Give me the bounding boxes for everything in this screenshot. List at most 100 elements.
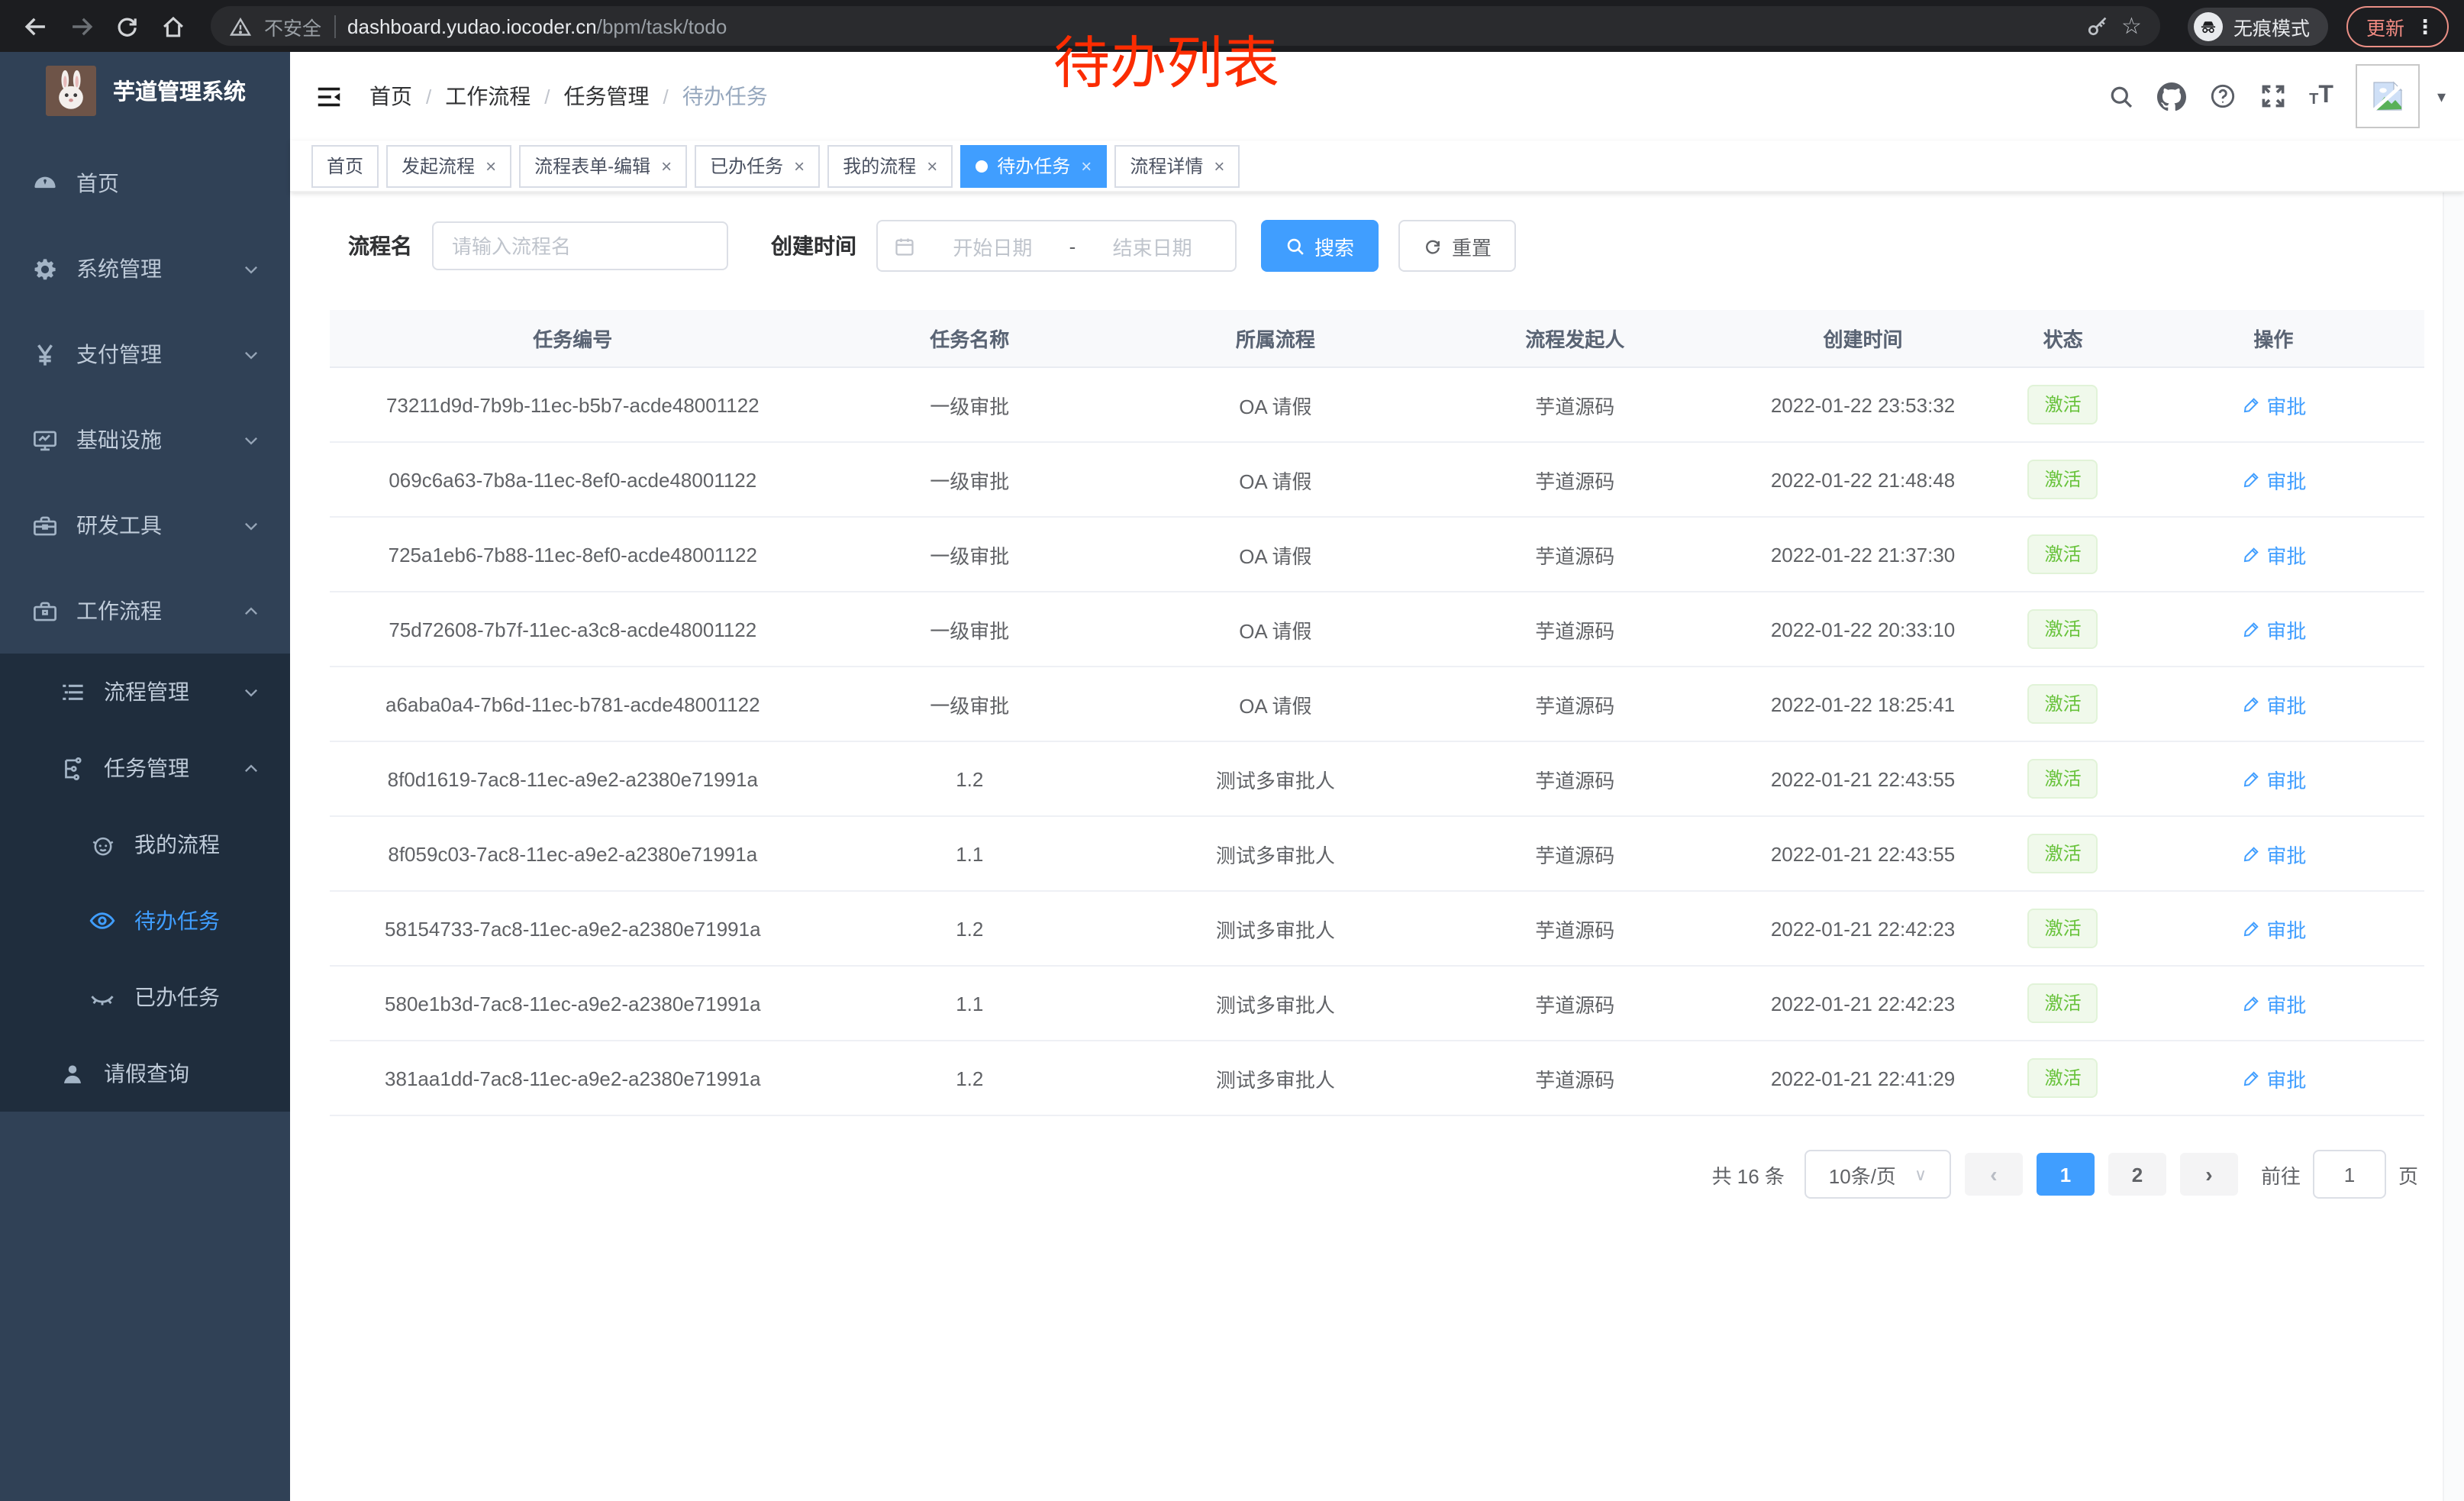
- table-row: a6aba0a4-7b6d-11ec-b781-acde48001122一级审批…: [330, 667, 2424, 741]
- status-badge: 激活: [2028, 385, 2098, 425]
- tab-我的流程[interactable]: 我的流程×: [827, 144, 953, 187]
- sidebar-item-done-task[interactable]: 已办任务: [0, 959, 290, 1035]
- sidebar-item-infrastructure[interactable]: 基础设施: [0, 397, 290, 483]
- task-id-cell: 8f059c03-7ac8-11ec-a9e2-a2380e71991a: [330, 816, 816, 891]
- sidebar-logo-row[interactable]: 芋道管理系统: [0, 52, 290, 128]
- approve-link[interactable]: 审批: [2240, 914, 2306, 943]
- address-bar[interactable]: 不安全 dashboard.yudao.iocoder.cn/bpm/task/…: [211, 6, 2160, 46]
- end-date-placeholder[interactable]: 结束日期: [1085, 231, 1220, 260]
- approve-link[interactable]: 审批: [2240, 465, 2306, 494]
- pagination: 共 16 条 10条/页 ∨ ‹ 12 › 前往 页: [290, 1150, 2418, 1199]
- user-avatar[interactable]: [2356, 64, 2420, 128]
- tab-close-icon[interactable]: ×: [794, 157, 805, 175]
- table-row: 75d72608-7b7f-11ec-a3c8-acde48001122一级审批…: [330, 592, 2424, 667]
- scrollbar-track[interactable]: [2443, 52, 2464, 1501]
- prev-page-button[interactable]: ‹: [1965, 1153, 2023, 1196]
- search-button[interactable]: 搜索: [1261, 220, 1379, 272]
- page-button-2[interactable]: 2: [2108, 1153, 2166, 1196]
- process-name-input[interactable]: [432, 221, 728, 270]
- date-range-picker[interactable]: 开始日期 - 结束日期: [876, 220, 1237, 272]
- browser-forward-icon[interactable]: [61, 6, 101, 46]
- breadcrumb-home[interactable]: 首页: [369, 81, 412, 111]
- sidebar-item-task-mgmt[interactable]: 任务管理: [0, 730, 290, 806]
- approve-label: 审批: [2266, 615, 2306, 644]
- sidebar-item-my-process[interactable]: 我的流程: [0, 806, 290, 883]
- approve-link[interactable]: 审批: [2240, 615, 2306, 644]
- process-cell: OA 请假: [1124, 442, 1427, 517]
- sidebar-item-dev-tools[interactable]: 研发工具: [0, 483, 290, 568]
- create-time-label: 创建时间: [771, 231, 856, 261]
- tab-close-icon[interactable]: ×: [485, 157, 496, 175]
- sidebar-item-payment-mgmt[interactable]: 支付管理: [0, 311, 290, 397]
- next-page-button[interactable]: ›: [2180, 1153, 2238, 1196]
- tab-流程表单-编辑[interactable]: 流程表单-编辑×: [519, 144, 687, 187]
- goto-unit-label: 页: [2398, 1160, 2418, 1189]
- not-secure-label[interactable]: 不安全: [264, 11, 321, 40]
- avatar-dropdown-caret-icon[interactable]: ▾: [2437, 86, 2446, 106]
- search-icon[interactable]: [2108, 83, 2133, 109]
- task-id-cell: 58154733-7ac8-11ec-a9e2-a2380e71991a: [330, 891, 816, 966]
- tab-待办任务[interactable]: 待办任务×: [960, 144, 1107, 187]
- password-key-icon[interactable]: [2085, 14, 2109, 38]
- sidebar-collapse-icon[interactable]: [314, 82, 343, 111]
- app-logo: [46, 65, 96, 115]
- browser-home-icon[interactable]: [153, 6, 192, 46]
- action-cell: 审批: [2123, 667, 2424, 741]
- page-number: 1: [2060, 1163, 2071, 1186]
- help-icon[interactable]: [2208, 82, 2236, 110]
- page-url[interactable]: dashboard.yudao.iocoder.cn/bpm/task/todo: [347, 15, 727, 37]
- tab-发起流程[interactable]: 发起流程 ×: [386, 144, 511, 187]
- starter-cell: 芋道源码: [1427, 667, 1723, 741]
- tab-label: 首页: [327, 153, 363, 179]
- sidebar-item-home[interactable]: 首页: [0, 140, 290, 226]
- approve-link[interactable]: 审批: [2240, 839, 2306, 868]
- page-size-select[interactable]: 10条/页 ∨: [1804, 1150, 1951, 1199]
- tab-流程详情[interactable]: 流程详情×: [1114, 144, 1240, 187]
- tab-close-icon[interactable]: ×: [661, 157, 672, 175]
- tab-close-icon[interactable]: ×: [927, 157, 937, 175]
- sidebar-item-system-mgmt[interactable]: 系统管理: [0, 226, 290, 311]
- page-button-1[interactable]: 1: [2037, 1153, 2095, 1196]
- font-size-icon[interactable]: TT: [2309, 84, 2333, 108]
- sidebar-item-todo-task[interactable]: 待办任务: [0, 883, 290, 959]
- fullscreen-icon[interactable]: [2259, 82, 2286, 110]
- github-icon[interactable]: [2156, 82, 2185, 111]
- tab-close-icon[interactable]: ×: [1081, 157, 1092, 175]
- task-name-cell: 一级审批: [816, 517, 1124, 592]
- approve-link[interactable]: 审批: [2240, 764, 2306, 793]
- goto-page-input[interactable]: [2313, 1150, 2386, 1199]
- start-date-placeholder[interactable]: 开始日期: [925, 231, 1060, 260]
- browser-back-icon[interactable]: [15, 6, 55, 46]
- tab-已办任务[interactable]: 已办任务×: [695, 144, 820, 187]
- page-size-value: 10条/页: [1829, 1160, 1896, 1189]
- sidebar-item-leave-query[interactable]: 请假查询: [0, 1035, 290, 1112]
- browser-update-button[interactable]: 更新 ⋮: [2346, 5, 2449, 47]
- sidebar-item-label: 支付管理: [76, 339, 162, 370]
- approve-link[interactable]: 审批: [2240, 689, 2306, 718]
- not-secure-warning-icon[interactable]: [229, 15, 252, 37]
- browser-menu-icon[interactable]: ⋮: [2415, 16, 2435, 36]
- sidebar-item-workflow[interactable]: 工作流程: [0, 568, 290, 654]
- breadcrumb: 首页 / 工作流程 / 任务管理 / 待办任务: [369, 81, 768, 111]
- approve-link[interactable]: 审批: [2240, 989, 2306, 1018]
- column-header: 操作: [2123, 310, 2424, 367]
- reset-button[interactable]: 重置: [1398, 220, 1516, 272]
- task-id-cell: 73211d9d-7b9b-11ec-b5b7-acde48001122: [330, 367, 816, 442]
- tab-首页[interactable]: 首页: [311, 144, 379, 187]
- approve-link[interactable]: 审批: [2240, 390, 2306, 419]
- browser-reload-icon[interactable]: [107, 6, 147, 46]
- breadcrumb-workflow[interactable]: 工作流程: [445, 81, 531, 111]
- tab-close-icon[interactable]: ×: [1214, 157, 1224, 175]
- page-buttons: 12: [2037, 1153, 2166, 1196]
- bookmark-star-icon[interactable]: ☆: [2121, 12, 2142, 40]
- approve-link[interactable]: 审批: [2240, 1064, 2306, 1093]
- sidebar-item-label: 已办任务: [134, 982, 220, 1012]
- approve-link[interactable]: 审批: [2240, 540, 2306, 569]
- sidebar-item-process-mgmt[interactable]: 流程管理: [0, 654, 290, 730]
- breadcrumb-task-mgmt[interactable]: 任务管理: [564, 81, 650, 111]
- task-table-wrap: 任务编号任务名称所属流程流程发起人创建时间状态操作 73211d9d-7b9b-…: [330, 310, 2424, 1116]
- tab-label: 发起流程: [402, 153, 475, 179]
- action-cell: 审批: [2123, 741, 2424, 816]
- chevron-up-icon: [241, 601, 261, 621]
- update-label[interactable]: 更新: [2366, 11, 2404, 40]
